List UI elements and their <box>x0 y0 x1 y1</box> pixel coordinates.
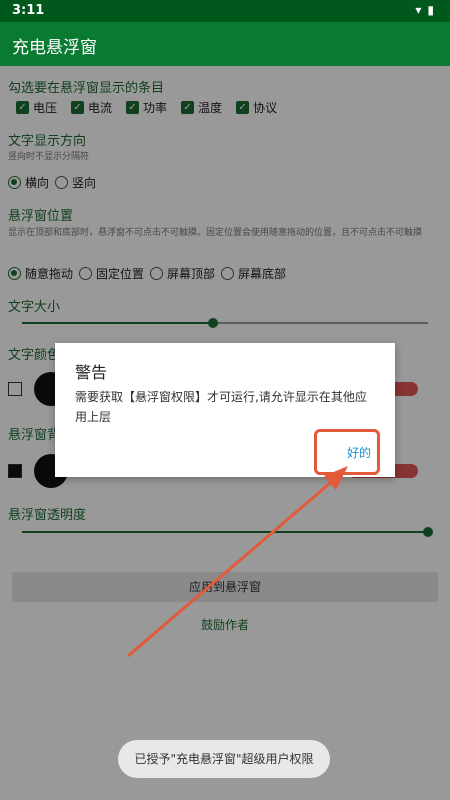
toast-message: 已授予"充电悬浮窗"超级用户权限 <box>118 740 330 778</box>
annotation-arrow-line <box>127 476 337 658</box>
annotation-arrow <box>127 466 348 658</box>
